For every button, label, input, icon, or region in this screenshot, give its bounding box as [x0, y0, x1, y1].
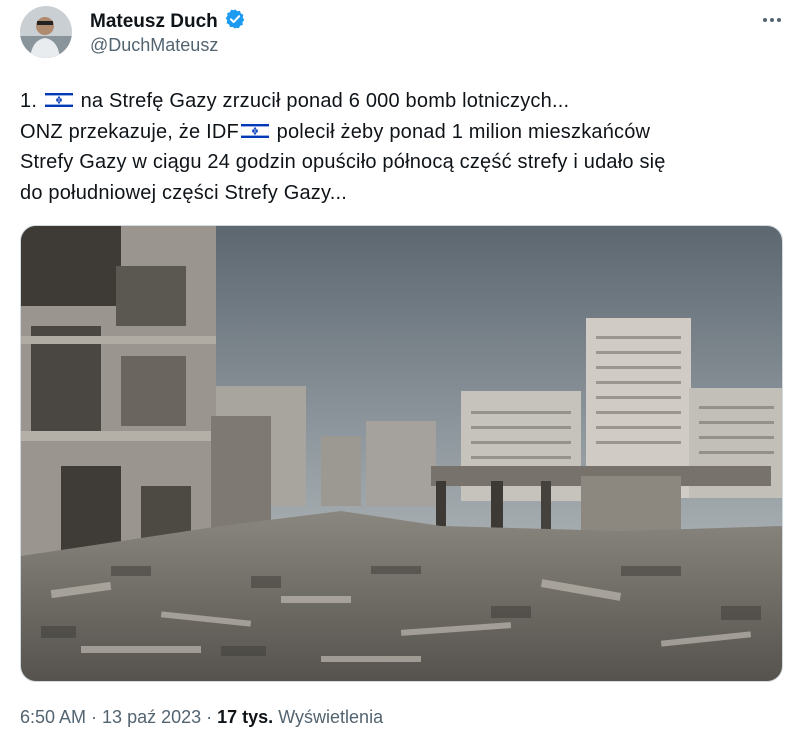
more-options-button[interactable] [760, 10, 784, 30]
verified-badge-icon [224, 8, 246, 35]
more-horizontal-icon [763, 18, 767, 22]
tweet-line: do południowej części Strefy Gazy... [20, 181, 347, 204]
israel-flag-icon [44, 91, 73, 109]
author-name[interactable]: Mateusz Duch [90, 11, 218, 33]
tweet-text: 1. na Strefę Gazy zrzucił ponad 6 000 bo… [20, 86, 780, 208]
avatar[interactable] [20, 6, 72, 58]
tweet-line: Strefy Gazy w ciągu 24 godzin opuściło p… [20, 151, 666, 173]
views-label: Wyświetlenia [278, 707, 384, 727]
author-name-row: Mateusz Duch [90, 8, 246, 35]
destroyed-street-photo [21, 226, 782, 681]
views-count: 17 tys. [217, 707, 274, 727]
author-handle[interactable]: @DuchMateusz [90, 35, 218, 56]
tweet-line: 1. na Strefę Gazy zrzucił ponad 6 000 bo… [20, 90, 570, 112]
israel-flag-icon [240, 121, 269, 140]
tweet-meta: 6:50 AM · 13 paź 2023 · 17 tys. Wyświetl… [20, 707, 384, 727]
tweet-photo[interactable] [20, 225, 783, 682]
tweet-line: ONZ przekazuje, że IDF polecił żeby pona… [20, 120, 651, 143]
tweet-time[interactable]: 6:50 AM [20, 707, 86, 727]
tweet-date[interactable]: 13 paź 2023 [102, 707, 201, 727]
